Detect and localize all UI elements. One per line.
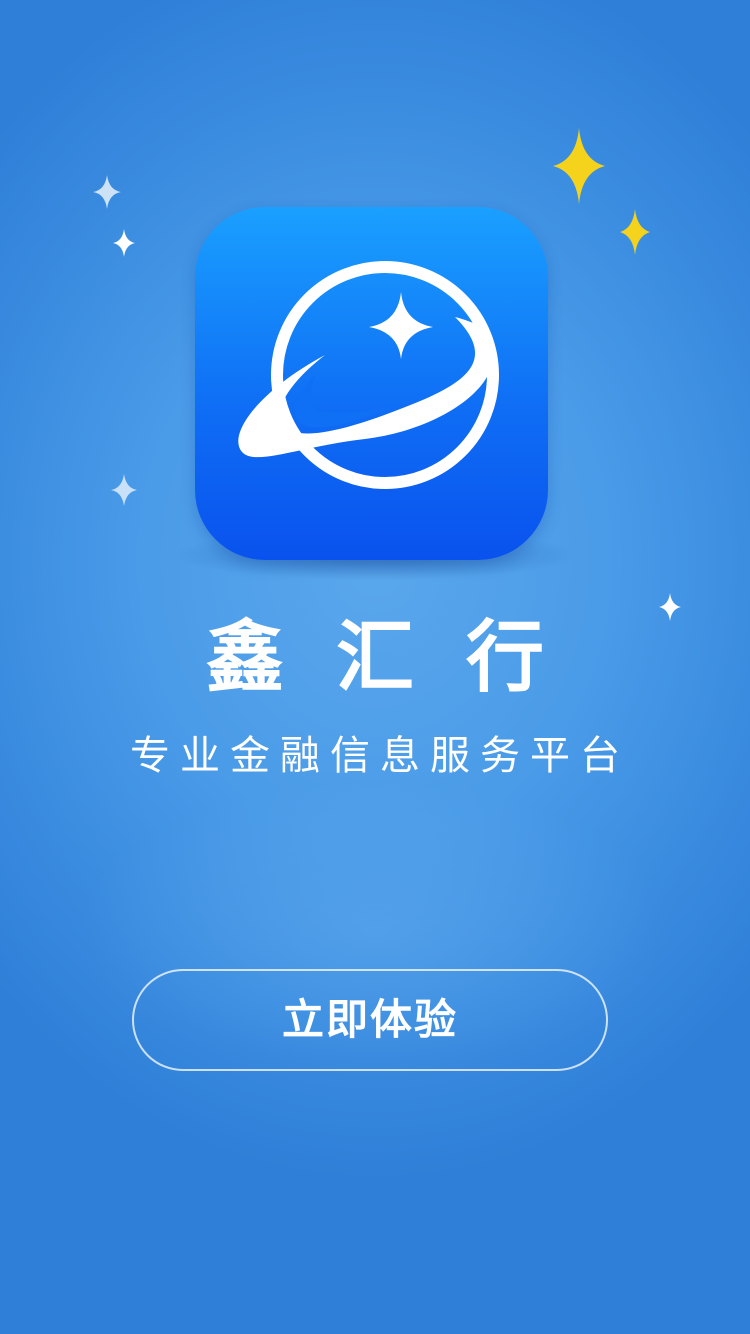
gold-star-icon bbox=[553, 128, 605, 204]
sparkle-star-icon bbox=[111, 474, 137, 506]
app-logo bbox=[195, 207, 548, 560]
planet-star-icon bbox=[238, 261, 499, 489]
start-experience-button[interactable]: 立即体验 bbox=[132, 969, 608, 1071]
sparkle-star-icon bbox=[93, 175, 121, 209]
app-name: 鑫汇行 bbox=[205, 613, 596, 703]
sparkle-star-icon bbox=[113, 229, 135, 257]
gold-star-icon bbox=[620, 209, 650, 255]
splash-screen: 鑫汇行 专业金融信息服务平台 立即体验 bbox=[0, 0, 750, 1334]
app-tagline: 专业金融信息服务平台 bbox=[130, 733, 630, 779]
